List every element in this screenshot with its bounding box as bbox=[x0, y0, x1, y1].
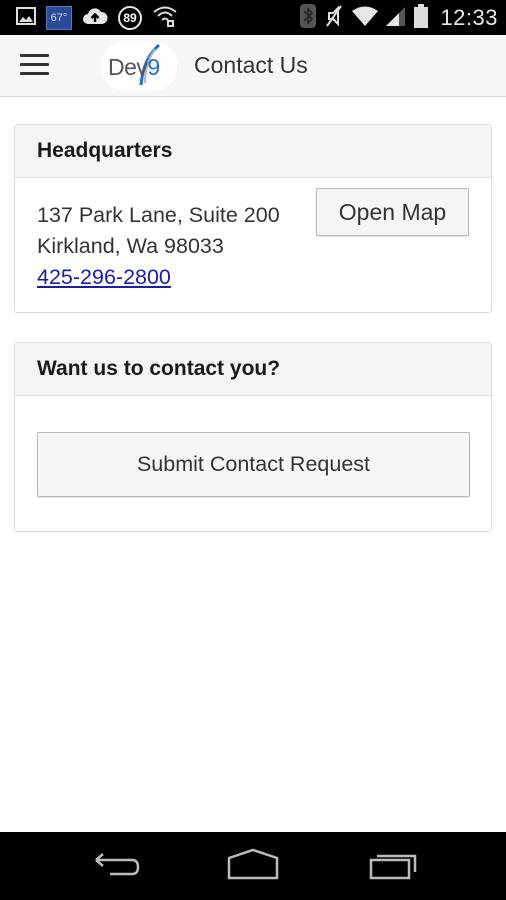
status-bar-left: 67° 89 bbox=[16, 5, 178, 31]
hamburger-menu-icon[interactable] bbox=[20, 54, 50, 78]
recent-apps-icon[interactable] bbox=[365, 846, 425, 886]
headquarters-heading: Headquarters bbox=[15, 125, 491, 178]
home-icon[interactable] bbox=[222, 846, 282, 886]
cloud-upload-icon bbox=[82, 6, 108, 31]
signal-icon bbox=[386, 5, 406, 32]
dev9-logo: Dev9 bbox=[101, 41, 177, 91]
mute-icon bbox=[324, 4, 344, 33]
wifi-icon bbox=[352, 5, 379, 32]
contact-request-panel: Want us to contact you? Submit Contact R… bbox=[14, 342, 492, 532]
battery-icon bbox=[414, 3, 429, 33]
logo-text: Dev9 bbox=[108, 54, 160, 80]
back-icon[interactable] bbox=[82, 846, 142, 886]
gallery-icon bbox=[16, 6, 36, 31]
status-bar: 67° 89 12:33 bbox=[0, 0, 506, 35]
wifi-download-icon bbox=[152, 4, 178, 33]
status-bar-right: 12:33 bbox=[300, 3, 498, 33]
bluetooth-icon bbox=[300, 3, 317, 33]
action-bar: Dev9 Contact Us bbox=[0, 35, 506, 97]
submit-contact-request-button[interactable]: Submit Contact Request bbox=[37, 432, 470, 497]
page-title: Contact Us bbox=[194, 52, 308, 78]
address-line-1: 137 Park Lane, Suite 200 bbox=[37, 203, 280, 227]
navigation-bar bbox=[0, 832, 506, 900]
notification-count-badge: 89 bbox=[118, 6, 142, 30]
weather-temp-badge: 67° bbox=[46, 6, 72, 30]
headquarters-panel: Headquarters 137 Park Lane, Suite 200 Ki… bbox=[14, 124, 492, 313]
contact-request-heading: Want us to contact you? bbox=[15, 343, 491, 396]
phone-link[interactable]: 425-296-2800 bbox=[37, 265, 171, 290]
clock: 12:33 bbox=[440, 5, 498, 30]
address-line-2: Kirkland, Wa 98033 bbox=[37, 234, 224, 258]
open-map-button[interactable]: Open Map bbox=[316, 188, 469, 236]
